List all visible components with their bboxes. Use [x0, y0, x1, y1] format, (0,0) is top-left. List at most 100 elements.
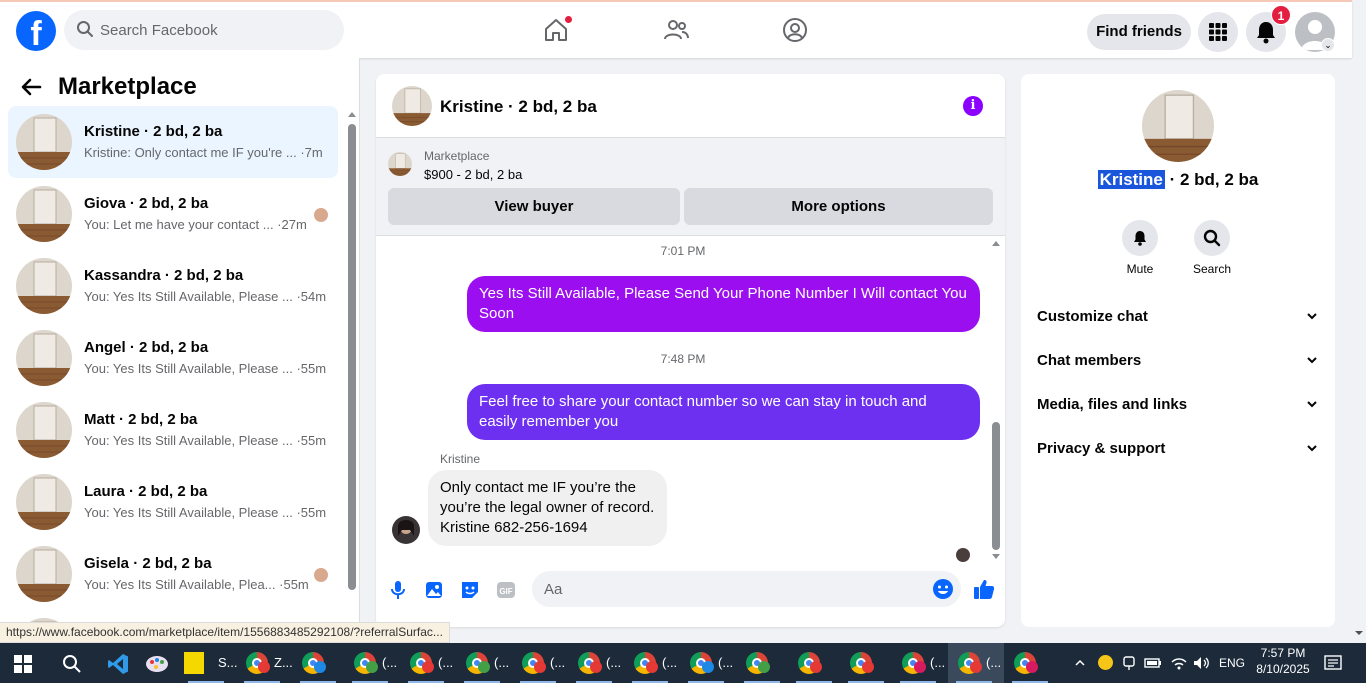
find-friends-button[interactable]: Find friends [1087, 14, 1191, 50]
sidebar-scrollbar[interactable] [346, 106, 358, 636]
message-line: you’re the legal owner of record. [440, 499, 655, 516]
paint-icon[interactable] [144, 652, 170, 676]
listing-thumbnail [16, 114, 72, 170]
system-clock[interactable]: 7:57 PM 8/10/2025 [1254, 646, 1312, 676]
room-photo-icon [16, 114, 72, 170]
photo-icon[interactable] [423, 579, 445, 601]
conversation-item[interactable]: Kassandra · 2 bd, 2 ba You: Yes Its Still… [8, 250, 338, 322]
menu-button[interactable] [1198, 12, 1238, 52]
chevron-up-icon[interactable] [1074, 657, 1086, 669]
taskbar-app[interactable]: (... [624, 643, 680, 683]
conversation-item[interactable]: Angel · 2 bd, 2 ba You: Yes Its Still Ava… [8, 322, 338, 394]
mute-button[interactable]: Mute [1110, 220, 1170, 276]
taskbar-app[interactable] [840, 643, 892, 683]
chevron-down-icon[interactable]: ⌄ [1321, 38, 1335, 52]
listing-photo-large[interactable] [1142, 90, 1214, 162]
battery-icon[interactable] [1144, 656, 1162, 670]
thumbs-up-icon[interactable] [972, 577, 996, 601]
chat-members-section[interactable]: Chat members [1037, 340, 1319, 380]
outgoing-message[interactable]: Feel free to share your contact number s… [467, 384, 980, 440]
view-buyer-button[interactable]: View buyer [388, 188, 680, 225]
taskbar-search-icon[interactable] [62, 654, 82, 674]
vscode-icon[interactable] [106, 652, 130, 676]
taskbar-app-label: (... [606, 655, 622, 670]
notification-center-icon[interactable] [1324, 654, 1342, 672]
listing-thumbnail [16, 186, 72, 242]
scroll-up-arrow-icon[interactable] [346, 109, 358, 119]
taskbar-app[interactable]: (... [400, 643, 456, 683]
incoming-message[interactable]: Only contact me IF you’re the you’re the… [428, 470, 667, 546]
customize-chat-section[interactable]: Customize chat [1037, 296, 1319, 336]
message-input-field[interactable] [532, 571, 961, 607]
language-indicator[interactable]: ENG [1219, 656, 1245, 670]
taskbar-app[interactable]: (... [512, 643, 568, 683]
conversation-name-rest: · 2 bd, 2 ba [1164, 170, 1259, 189]
home-notification-dot [564, 15, 573, 24]
listing-photo[interactable] [392, 86, 432, 126]
taskbar-app[interactable]: (... [344, 643, 400, 683]
profile-badge-icon [366, 661, 378, 673]
media-files-links-section[interactable]: Media, files and links [1037, 384, 1319, 424]
wifi-icon[interactable] [1170, 655, 1188, 671]
message-input[interactable] [544, 571, 924, 607]
chat-title[interactable]: Kristine · 2 bd, 2 ba [440, 97, 597, 117]
groups-icon[interactable] [781, 16, 809, 44]
taskbar-app[interactable] [788, 643, 840, 683]
more-options-button[interactable]: More options [684, 188, 993, 225]
search-in-conversation-button[interactable]: Search [1182, 220, 1242, 276]
conversation-item[interactable]: Matt · 2 bd, 2 ba You: Yes Its Still Avai… [8, 394, 338, 466]
taskbar-app[interactable]: S... [180, 643, 238, 683]
conversation-item[interactable]: Laura · 2 bd, 2 ba You: Yes Its Still Ava… [8, 466, 338, 538]
message-thread: 7:01 PM Yes Its Still Available, Please … [376, 236, 1005, 566]
message-line: Only contact me IF you’re the [440, 479, 636, 496]
chevron-down-icon [1307, 401, 1317, 408]
chat-header: Kristine · 2 bd, 2 ba i [376, 74, 1005, 138]
taskbar-app[interactable]: (... [892, 643, 948, 683]
taskbar-app[interactable]: (... [456, 643, 512, 683]
scroll-up-arrow-icon[interactable] [990, 238, 1002, 248]
page-scrollbar[interactable] [1352, 58, 1366, 643]
taskbar-app[interactable] [1004, 643, 1056, 683]
listing-price[interactable]: $900 - 2 bd, 2 ba [424, 167, 522, 182]
taskbar-app[interactable]: (... [680, 643, 736, 683]
taskbar-app-label: (... [986, 655, 1002, 670]
windows-start-icon[interactable] [14, 655, 32, 673]
taskbar-app[interactable]: Z... [236, 643, 293, 683]
conversation-item[interactable]: Gisela · 2 bd, 2 ba You: Yes Its Still Av… [8, 538, 338, 610]
tray-app-icon[interactable] [1098, 655, 1113, 670]
gif-icon[interactable]: GIF [495, 579, 517, 601]
selected-name-text: Kristine [1097, 170, 1165, 189]
emoji-icon[interactable] [932, 578, 954, 600]
taskbar-app[interactable] [736, 643, 788, 683]
search-input[interactable] [100, 10, 330, 50]
message-preview: You: Yes Its Still Available, Plea... ·5… [84, 577, 309, 592]
taskbar-app-label: (... [494, 655, 510, 670]
info-icon[interactable]: i [963, 96, 983, 116]
taskbar-app-label: (... [718, 655, 734, 670]
privacy-support-section[interactable]: Privacy & support [1037, 428, 1319, 468]
notification-count-badge: 1 [1271, 5, 1291, 25]
back-arrow-icon[interactable] [20, 76, 42, 98]
conversation-item[interactable]: Kristine · 2 bd, 2 ba Kristine: Only cont… [8, 106, 338, 178]
search-box[interactable] [64, 10, 344, 50]
sender-avatar[interactable] [392, 516, 420, 544]
volume-icon[interactable] [1192, 655, 1210, 671]
search-icon [77, 21, 93, 37]
scroll-down-arrow-icon[interactable] [1352, 628, 1366, 638]
friends-icon[interactable] [662, 16, 690, 44]
chat-scrollbar[interactable] [990, 236, 1002, 566]
message-preview: You: Yes Its Still Available, Please ...… [84, 433, 327, 448]
taskbar-app[interactable] [292, 643, 344, 683]
listing-thumbnail[interactable] [388, 152, 412, 176]
taskbar-app[interactable]: (... [568, 643, 624, 683]
microphone-icon[interactable] [387, 579, 409, 601]
taskbar-app[interactable]: (... [948, 643, 1004, 683]
chat-scroll-thumb[interactable] [992, 422, 1000, 550]
sidebar-scroll-thumb[interactable] [348, 124, 356, 590]
outgoing-message[interactable]: Yes Its Still Available, Please Send You… [467, 276, 980, 332]
facebook-logo-icon[interactable]: f [16, 11, 56, 51]
webcam-icon[interactable] [1122, 655, 1136, 671]
conversation-item[interactable]: Giova · 2 bd, 2 ba You: Let me have your … [8, 178, 338, 250]
scroll-down-arrow-icon[interactable] [990, 552, 1002, 562]
sticker-icon[interactable] [459, 579, 481, 601]
